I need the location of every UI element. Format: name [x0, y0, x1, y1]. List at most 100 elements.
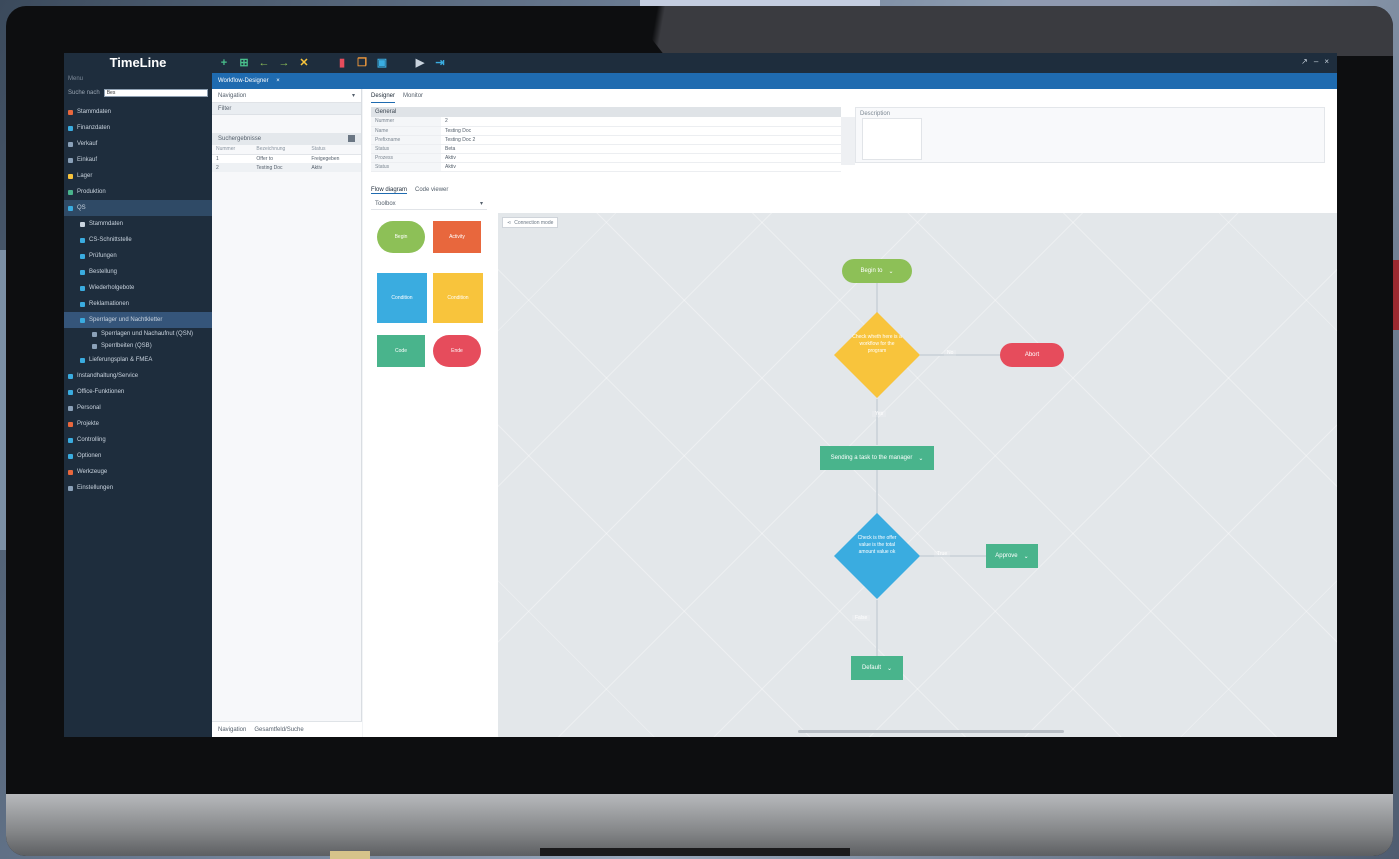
palette-label: Condition	[391, 295, 413, 301]
menu-icon	[80, 317, 85, 323]
search-input[interactable]	[103, 89, 208, 97]
forward-arrow-icon[interactable]: →	[278, 57, 290, 69]
palette-diamond-2[interactable]: Condition	[377, 273, 427, 323]
sidebar-item[interactable]: CS-Schnittstelle	[64, 232, 212, 248]
exit-icon[interactable]: ⇥	[434, 57, 446, 69]
tab-workflow-designer[interactable]: Workflow-Designer	[218, 78, 269, 84]
menu-icon	[80, 301, 85, 307]
restore-icon[interactable]: ↗	[1301, 57, 1308, 66]
property-value[interactable]: Aktiv	[441, 162, 841, 172]
chevron-down-icon[interactable]: ▾	[352, 89, 355, 102]
sidebar-item[interactable]: Lieferungsplan & FMEA	[64, 352, 212, 368]
tab-navigation[interactable]: Navigation	[218, 722, 246, 737]
add-icon[interactable]: +	[218, 57, 230, 69]
begin-node[interactable]: Begin to ⌄	[842, 259, 912, 283]
property-row[interactable]: Status Beta	[371, 144, 841, 154]
sidebar-item[interactable]: Prüfungen	[64, 248, 212, 264]
tab-flow-diagram[interactable]: Flow diagram	[371, 187, 408, 194]
property-row[interactable]: Name Testing Doc	[371, 126, 841, 136]
grid-icon[interactable]	[348, 135, 355, 142]
property-value[interactable]: Testing Doc	[441, 126, 841, 136]
back-arrow-icon[interactable]: ←	[258, 57, 270, 69]
property-key: Status	[371, 162, 441, 172]
palette-diamond-3[interactable]: Condition	[433, 273, 483, 323]
sidebar-item[interactable]: Stammdaten	[64, 104, 212, 120]
sidebar-item[interactable]: Sperrlbeiten (QSB)	[64, 340, 212, 352]
property-row[interactable]: Nummer 2	[371, 117, 841, 127]
palette-pill-5[interactable]: Ende	[433, 335, 481, 367]
sidebar-item[interactable]: Sperrlager und Nachtkletter	[64, 312, 212, 328]
sidebar-item[interactable]: Werkzeuge	[64, 464, 212, 480]
decision-node-workflow[interactable]: Check wheth here is a workflow for the p…	[834, 312, 920, 398]
property-row[interactable]: Status Aktiv	[371, 162, 841, 172]
tab-code-viewer[interactable]: Code viewer	[415, 187, 448, 194]
sidebar-item-label: Verkauf	[77, 141, 98, 147]
window-controls: ↗ – ×	[1301, 57, 1329, 66]
flow-canvas[interactable]: ⋖ Connection mode Begin to ⌄ Check wheth…	[498, 213, 1337, 737]
description-field[interactable]	[862, 118, 922, 160]
tab-global-search[interactable]: Gesamtfeld/Suche	[254, 722, 303, 737]
palette-rect-4[interactable]: Code	[377, 335, 425, 367]
property-row[interactable]: Prefixname Testing Doc 2	[371, 135, 841, 145]
sidebar-item[interactable]: Reklamationen	[64, 296, 212, 312]
sidebar-item[interactable]: Wiederholgebote	[64, 280, 212, 296]
palette-pill-0[interactable]: Begin	[377, 221, 425, 253]
sidebar-item[interactable]: Lager	[64, 168, 212, 184]
save-icon[interactable]: ▣	[376, 57, 388, 69]
add-copy-icon[interactable]: ⊞	[238, 57, 250, 69]
sidebar-item[interactable]: Personal	[64, 400, 212, 416]
sidebar-item[interactable]: QS	[64, 200, 212, 216]
sidebar-item[interactable]: Finanzdaten	[64, 120, 212, 136]
property-value[interactable]: Testing Doc 2	[441, 135, 841, 145]
tab-designer[interactable]: Designer	[371, 89, 396, 103]
properties-scrollbar[interactable]	[841, 117, 855, 165]
chevron-down-icon: ⌄	[886, 665, 893, 672]
sidebar-item[interactable]: Einkauf	[64, 152, 212, 168]
decision-node-offer[interactable]: Check is the offer value is the total am…	[834, 513, 920, 599]
column-header[interactable]: Status	[307, 145, 361, 155]
column-header[interactable]: Bezeichnung	[252, 145, 308, 155]
sidebar-item[interactable]: Sperrlagen und Nachaufnut (QSN)	[64, 328, 212, 340]
canvas-horizontal-scrollbar[interactable]	[798, 730, 1064, 733]
copy-icon[interactable]: ❐	[356, 57, 368, 69]
run-icon[interactable]: ▶	[414, 57, 426, 69]
filter-row[interactable]: Filter	[212, 103, 361, 115]
sidebar-item[interactable]: Office-Funktionen	[64, 384, 212, 400]
property-value[interactable]: Aktiv	[441, 153, 841, 163]
palette-rect-1[interactable]: Activity	[433, 221, 481, 253]
column-header[interactable]: Nummer	[212, 145, 253, 155]
property-row[interactable]: Prozess Aktiv	[371, 153, 841, 163]
table-row[interactable]: 1 Offer to Freigegeben	[212, 154, 361, 163]
navigation-header[interactable]: Navigation ▾	[212, 89, 361, 103]
tab-monitor[interactable]: Monitor	[403, 89, 423, 103]
sidebar-item[interactable]: Instandhaltung/Service	[64, 368, 212, 384]
task-node-manager[interactable]: Sending a task to the manager ⌄	[820, 446, 934, 470]
connection-mode-button[interactable]: ⋖ Connection mode	[502, 217, 559, 228]
connector-line	[876, 399, 878, 445]
delete-icon[interactable]: ▮	[336, 57, 348, 69]
tab-close-icon[interactable]: ×	[276, 78, 280, 84]
sidebar-item-label: Lager	[77, 173, 93, 179]
table-row[interactable]: 2 Testing Doc Aktiv	[212, 163, 361, 172]
sidebar-item[interactable]: Optionen	[64, 448, 212, 464]
sidebar-item[interactable]: Bestellung	[64, 264, 212, 280]
sidebar-item[interactable]: Produktion	[64, 184, 212, 200]
chevron-down-icon: ⌄	[1023, 553, 1029, 560]
minimize-icon[interactable]: –	[1314, 57, 1318, 66]
approve-node[interactable]: Approve ⌄	[986, 544, 1038, 568]
abort-node[interactable]: Abort	[1000, 343, 1064, 367]
close-icon[interactable]: ×	[1324, 57, 1329, 66]
chevron-down-icon[interactable]: ▾	[480, 199, 483, 209]
property-value[interactable]: 2	[441, 117, 841, 127]
tools-icon[interactable]: ✕	[298, 57, 310, 69]
sidebar-item[interactable]: Projekte	[64, 416, 212, 432]
toolbar: + ⊞ ← → ✕ ▮ ❐ ▣ ▶ ⇥ ↗ – ×	[212, 53, 1337, 73]
end-node[interactable]: Default ⌄	[851, 656, 903, 680]
property-value[interactable]: Beta	[441, 144, 841, 154]
search-results-header: Suchergebnisse	[212, 133, 361, 145]
sidebar-item[interactable]: Stammdaten	[64, 216, 212, 232]
sidebar-item[interactable]: Einstellungen	[64, 480, 212, 496]
sidebar-item[interactable]: Verkauf	[64, 136, 212, 152]
toolbox-header[interactable]: Toolbox ▾	[371, 199, 487, 210]
sidebar-item[interactable]: Controlling	[64, 432, 212, 448]
